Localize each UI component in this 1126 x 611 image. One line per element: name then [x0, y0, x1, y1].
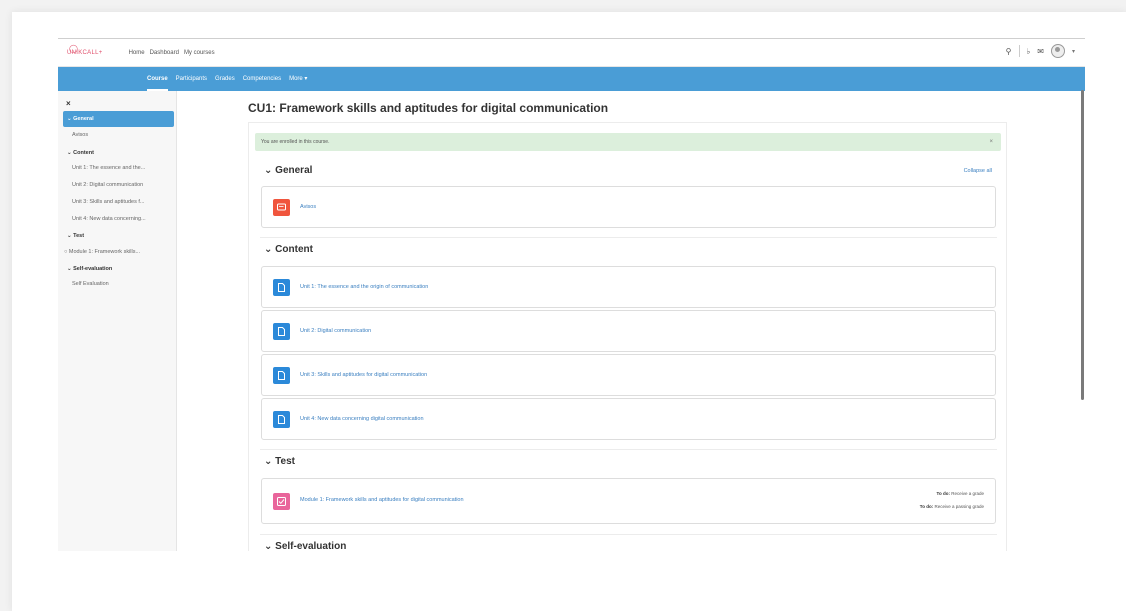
drawer-section-test[interactable]: ⌄ Test: [63, 228, 174, 244]
completion-requirement: To do: Receive a grade: [936, 491, 984, 496]
activity-name[interactable]: Unit 3: Skills and aptitudes for digital…: [300, 372, 427, 378]
section-general-header[interactable]: ⌄ General: [264, 165, 312, 176]
activity-unit4[interactable]: Unit 4: New data concerning digital comm…: [261, 398, 996, 440]
page-scrollbar[interactable]: [1081, 90, 1084, 400]
section-divider: [260, 237, 997, 238]
chevron-down-icon: ⌄: [264, 244, 273, 255]
circle-icon: ○: [64, 249, 68, 255]
logo-icon: ◯: [69, 43, 79, 53]
section-content-header[interactable]: ⌄ Content: [264, 244, 313, 255]
chevron-down-icon: ⌄: [264, 541, 273, 551]
drawer-section-general[interactable]: ⌄ General: [63, 111, 174, 127]
tab-grades[interactable]: Grades: [215, 67, 235, 91]
drawer-section-self-evaluation[interactable]: ⌄ Self-evaluation: [63, 261, 174, 277]
chevron-down-icon: ⌄: [264, 456, 273, 467]
activity-module1-quiz[interactable]: Module 1: Framework skills and aptitudes…: [261, 478, 996, 524]
section-test-header[interactable]: ⌄ Test: [264, 456, 295, 467]
page-icon: [273, 323, 290, 340]
moodle-app: ◯ UNIKCALL+ Home Dashboard My courses ⚲ …: [58, 38, 1085, 551]
drawer-item-unit1[interactable]: Unit 1: The essence and the...: [72, 165, 170, 171]
activity-name[interactable]: Unit 4: New data concerning digital comm…: [300, 416, 424, 422]
tab-competencies[interactable]: Competencies: [243, 67, 281, 91]
search-icon[interactable]: ⚲: [1006, 47, 1012, 56]
tab-course[interactable]: Course: [147, 67, 168, 91]
close-drawer-icon[interactable]: ×: [66, 99, 71, 108]
chevron-down-icon: ⌄: [67, 233, 72, 239]
chevron-down-icon: ⌄: [264, 165, 273, 176]
notification-bell-icon[interactable]: ♭: [1027, 47, 1031, 56]
course-content: You are enrolled in this course. × ⌄ Gen…: [248, 122, 1007, 551]
activity-unit1[interactable]: Unit 1: The essence and the origin of co…: [261, 266, 996, 308]
drawer-item-module1[interactable]: ○ Module 1: Framework skills...: [64, 249, 162, 255]
tab-more[interactable]: More ▾: [289, 67, 307, 91]
chevron-down-icon: ⌄: [67, 266, 72, 272]
section-divider: [260, 534, 997, 535]
page-icon: [273, 411, 290, 428]
top-nav-links: Home Dashboard My courses: [129, 50, 215, 56]
activity-unit3[interactable]: Unit 3: Skills and aptitudes for digital…: [261, 354, 996, 396]
course-index-drawer: × ⌄ General Avisos ⌄ Content Unit 1: The…: [58, 91, 177, 551]
drawer-item-self-evaluation[interactable]: Self Evaluation: [72, 281, 170, 287]
user-toolbar: ⚲ ♭ ✉ ▾: [1006, 44, 1075, 58]
close-icon[interactable]: ×: [989, 133, 993, 151]
activity-name[interactable]: Avisos: [300, 204, 316, 210]
page-title: CU1: Framework skills and aptitudes for …: [248, 101, 609, 115]
course-secondary-nav: Course Participants Grades Competencies …: [58, 67, 1085, 91]
tab-participants[interactable]: Participants: [176, 67, 207, 91]
nav-dashboard[interactable]: Dashboard: [150, 50, 179, 56]
section-divider: [260, 449, 997, 450]
activity-avisos[interactable]: Avisos: [261, 186, 996, 228]
collapse-all-link[interactable]: Collapse all: [964, 168, 992, 174]
activity-name[interactable]: Unit 2: Digital communication: [300, 328, 371, 334]
drawer-item-avisos[interactable]: Avisos: [72, 132, 170, 138]
drawer-item-unit2[interactable]: Unit 2: Digital communication: [72, 182, 170, 188]
enrolment-notice: You are enrolled in this course. ×: [255, 133, 1001, 151]
chevron-down-icon: ⌄: [67, 116, 72, 122]
nav-home[interactable]: Home: [129, 50, 145, 56]
page-icon: [273, 367, 290, 384]
chevron-down-icon: ⌄: [67, 150, 72, 156]
chevron-down-icon[interactable]: ▾: [1072, 48, 1075, 55]
divider: [1018, 45, 1020, 57]
activity-name[interactable]: Unit 1: The essence and the origin of co…: [300, 284, 428, 290]
drawer-section-content[interactable]: ⌄ Content: [63, 145, 174, 161]
messages-icon[interactable]: ✉: [1037, 47, 1044, 56]
forum-icon: [273, 199, 290, 216]
nav-my-courses[interactable]: My courses: [184, 50, 215, 56]
drawer-item-unit4[interactable]: Unit 4: New data concerning...: [72, 216, 170, 222]
section-self-evaluation-header[interactable]: ⌄ Self-evaluation: [264, 541, 346, 551]
page-icon: [273, 279, 290, 296]
user-avatar[interactable]: [1050, 44, 1065, 58]
quiz-icon: [273, 493, 290, 510]
site-logo[interactable]: ◯ UNIKCALL+: [67, 44, 103, 56]
top-navbar: ◯ UNIKCALL+ Home Dashboard My courses ⚲ …: [58, 38, 1085, 67]
completion-requirement: To do: Receive a passing grade: [919, 504, 984, 509]
activity-unit2[interactable]: Unit 2: Digital communication: [261, 310, 996, 352]
drawer-item-unit3[interactable]: Unit 3: Skills and aptitudes f...: [72, 199, 170, 205]
activity-name[interactable]: Module 1: Framework skills and aptitudes…: [300, 497, 464, 503]
